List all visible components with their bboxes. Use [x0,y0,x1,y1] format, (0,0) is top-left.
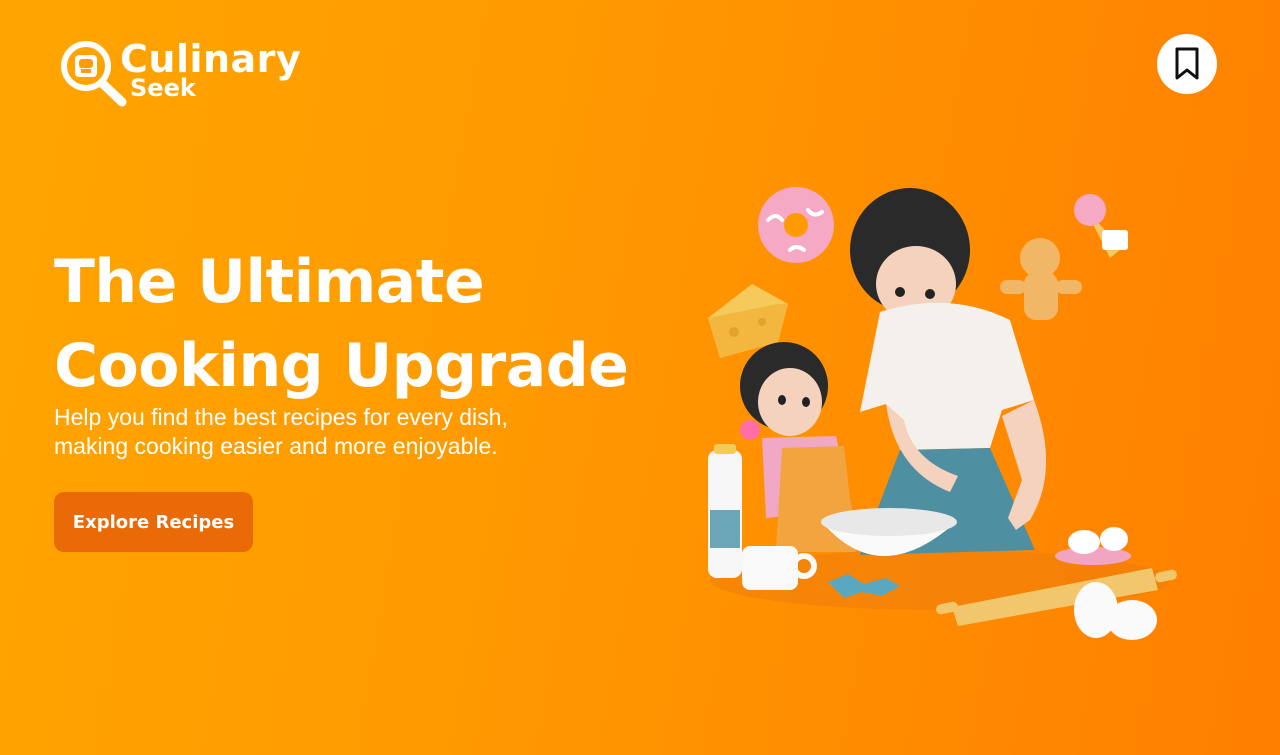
magnifier-chef-hat-icon [61,41,127,107]
hero-subtitle-line2: making cooking easier and more enjoyable… [54,433,498,459]
hero-subtitle: Help you find the best recipes for every… [54,403,674,461]
cooking-illustration [708,187,1177,640]
bookmark-button[interactable] [1157,34,1217,94]
gingerbread-icon [1000,238,1082,320]
hero-title-line2: Cooking Upgrade [54,331,629,401]
woman-figure [850,188,1047,555]
brand-logo[interactable]: Culinary Seek [58,36,308,108]
ice-cream-icon [1074,194,1128,258]
milk-bottle [708,444,742,578]
hero-title: The Ultimate Cooking Upgrade [54,240,629,408]
hero-title-line1: The Ultimate [54,247,485,317]
brand-name-seek: Seek [130,74,196,102]
donut-icon [758,187,834,263]
explore-recipes-button[interactable]: Explore Recipes [54,492,253,552]
hero-subtitle-line1: Help you find the best recipes for every… [54,404,508,430]
bookmark-icon [1175,47,1199,80]
